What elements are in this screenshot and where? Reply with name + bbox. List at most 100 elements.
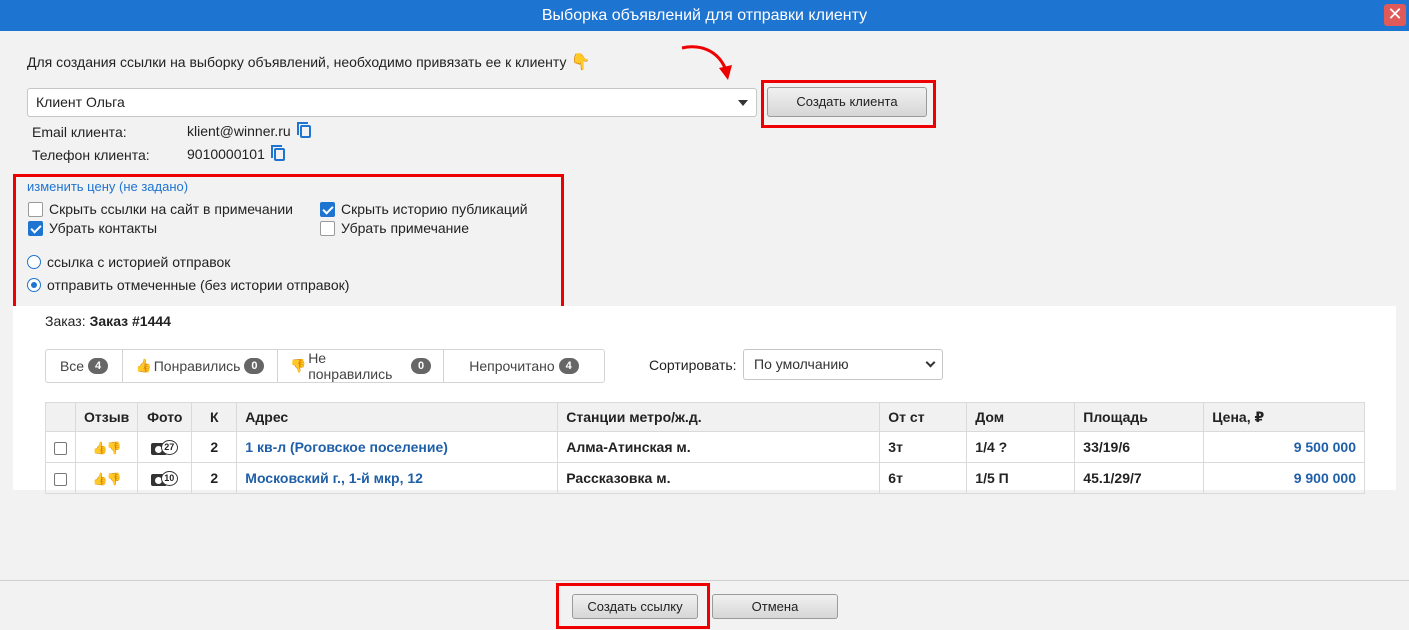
distance-cell: 3т (879, 431, 968, 463)
address-link[interactable]: 1 кв-л (Роговское поселение) (245, 439, 448, 455)
option-hide-site-links[interactable]: Скрыть ссылки на сайт в примечании (28, 201, 293, 217)
phone-value: 9010000101 (187, 145, 285, 162)
create-link-button[interactable]: Создать ссылку (572, 594, 698, 619)
col-photo: Фото (137, 402, 193, 432)
hide-site-links-label: Скрыть ссылки на сайт в примечании (49, 201, 293, 217)
filter-disliked-label: Не понравились (308, 350, 393, 382)
col-rooms: К (191, 402, 238, 432)
create-client-button[interactable]: Создать клиента (767, 87, 927, 117)
intro-message: Для создания ссылки на выборку объявлени… (27, 54, 567, 70)
phone-label: Телефон клиента: (32, 147, 150, 163)
col-select (45, 402, 76, 432)
link-with-history-radio[interactable] (27, 255, 41, 269)
photo-count: 10 (160, 470, 178, 486)
client-select[interactable]: Клиент Ольга (27, 88, 757, 117)
pointing-down-hand-icon: 👇 (570, 54, 591, 71)
hide-site-links-checkbox[interactable] (28, 201, 43, 217)
house-cell: 1/5 П (966, 462, 1076, 494)
area-cell: 33/19/6 (1074, 431, 1205, 463)
filter-unread-count: 4 (558, 358, 579, 374)
remove-contacts-label: Убрать контакты (49, 220, 158, 236)
filter-liked[interactable]: 👍 Понравились 0 (123, 350, 278, 382)
option-hide-publication-history[interactable]: Скрыть историю публикаций (320, 201, 528, 217)
filter-unread[interactable]: Непрочитано 4 (444, 350, 604, 382)
col-price: Цена, ₽ (1203, 402, 1365, 432)
filter-all-label: Все (59, 358, 85, 374)
col-station: Станции метро/ж.д. (557, 402, 881, 432)
filter-disliked-count: 0 (411, 358, 431, 374)
filter-all[interactable]: Все 4 (46, 350, 123, 382)
filter-all-count: 4 (88, 358, 109, 374)
order-value: Заказ #1444 (89, 313, 171, 329)
remove-contacts-checkbox[interactable] (28, 220, 43, 236)
email-label: Email клиента: (32, 124, 127, 140)
sort-label: Сортировать: (649, 357, 737, 373)
copy-email-icon[interactable] (296, 122, 311, 138)
filter-liked-count: 0 (244, 358, 265, 374)
photo-count: 27 (160, 439, 178, 455)
col-address: Адрес (236, 402, 559, 432)
rooms-cell: 2 (191, 431, 238, 463)
close-icon: ✕ (1387, 4, 1403, 24)
table-row: 👍👎 10 2 Московский г., 1-й мкр, 12 Расск… (45, 462, 1365, 494)
phone-text: 9010000101 (187, 146, 265, 162)
red-arrow-icon (681, 45, 732, 80)
row-checkbox[interactable] (54, 441, 67, 455)
order-info: Заказ: Заказ #1444 (45, 313, 171, 329)
thumb-down-icon: 👎 (290, 358, 307, 373)
filter-unread-label: Непрочитано (469, 358, 555, 374)
filter-liked-label: Понравились (153, 358, 241, 374)
caret-down-icon (738, 100, 748, 106)
area-cell: 45.1/29/7 (1074, 462, 1205, 494)
cancel-button[interactable]: Отмена (712, 594, 838, 619)
dialog-title: Выборка объявлений для отправки клиенту (541, 7, 868, 24)
chevron-down-icon (925, 357, 936, 368)
table-row: 👍👎 27 2 1 кв-л (Роговское поселение) Алм… (45, 431, 1365, 463)
sort-select[interactable]: По умолчанию (743, 349, 943, 380)
send-marked-label: отправить отмеченные (без истории отправ… (47, 277, 350, 293)
copy-phone-icon[interactable] (270, 145, 285, 161)
station-cell: Рассказовка м. (557, 462, 881, 494)
camera-icon[interactable]: 10 (150, 470, 179, 487)
thumb-up-icon: 👍 (135, 358, 152, 373)
hide-publication-history-label: Скрыть историю публикаций (341, 201, 528, 217)
feedback-thumbs-icon[interactable]: 👍👎 (93, 472, 122, 486)
listings-table: Отзыв Фото К Адрес Станции метро/ж.д. От… (45, 402, 1365, 494)
col-area: Площадь (1074, 402, 1205, 432)
table-header-row: Отзыв Фото К Адрес Станции метро/ж.д. От… (45, 402, 1365, 432)
station-cell: Алма-Атинская м. (557, 431, 881, 463)
email-value: klient@winner.ru (187, 122, 311, 139)
email-text: klient@winner.ru (187, 123, 291, 139)
sort-select-value: По умолчанию (754, 356, 849, 372)
option-remove-contacts[interactable]: Убрать контакты (28, 220, 157, 236)
hide-publication-history-checkbox[interactable] (320, 201, 335, 217)
row-checkbox[interactable] (54, 472, 67, 486)
camera-icon[interactable]: 27 (150, 439, 179, 456)
close-button[interactable]: ✕ (1384, 4, 1406, 26)
col-feedback: Отзыв (74, 402, 139, 432)
col-distance: От ст (879, 402, 968, 432)
address-link[interactable]: Московский г., 1-й мкр, 12 (245, 470, 423, 486)
order-label: Заказ: (45, 313, 86, 329)
option-link-with-history[interactable]: ссылка с историей отправок (27, 254, 230, 270)
remove-note-checkbox[interactable] (320, 220, 335, 236)
send-marked-radio[interactable] (27, 278, 41, 292)
option-send-marked[interactable]: отправить отмеченные (без истории отправ… (27, 277, 349, 293)
price-cell: 9 900 000 (1203, 462, 1365, 494)
house-cell: 1/4 ? (966, 431, 1076, 463)
intro-text: Для создания ссылки на выборку объявлени… (27, 52, 590, 72)
rooms-cell: 2 (191, 462, 238, 494)
price-cell: 9 500 000 (1203, 431, 1365, 463)
listings-panel: Заказ: Заказ #1444 Все 4 👍 Понравились 0 👎 Не… (13, 306, 1396, 494)
remove-note-label: Убрать примечание (341, 220, 470, 236)
col-house: Дом (966, 402, 1076, 432)
feedback-thumbs-icon[interactable]: 👍👎 (93, 441, 122, 455)
distance-cell: 6т (879, 462, 968, 494)
dialog-titlebar: Выборка объявлений для отправки клиенту … (0, 0, 1409, 31)
client-select-value: Клиент Ольга (36, 94, 125, 110)
option-remove-note[interactable]: Убрать примечание (320, 220, 469, 236)
filter-tabs: Все 4 👍 Понравились 0 👎 Не понравились 0 Непр… (45, 349, 605, 383)
change-price-link[interactable]: изменить цену (не задано) (27, 179, 188, 194)
filter-disliked[interactable]: 👎 Не понравились 0 (278, 350, 444, 382)
link-with-history-label: ссылка с историей отправок (47, 254, 231, 270)
